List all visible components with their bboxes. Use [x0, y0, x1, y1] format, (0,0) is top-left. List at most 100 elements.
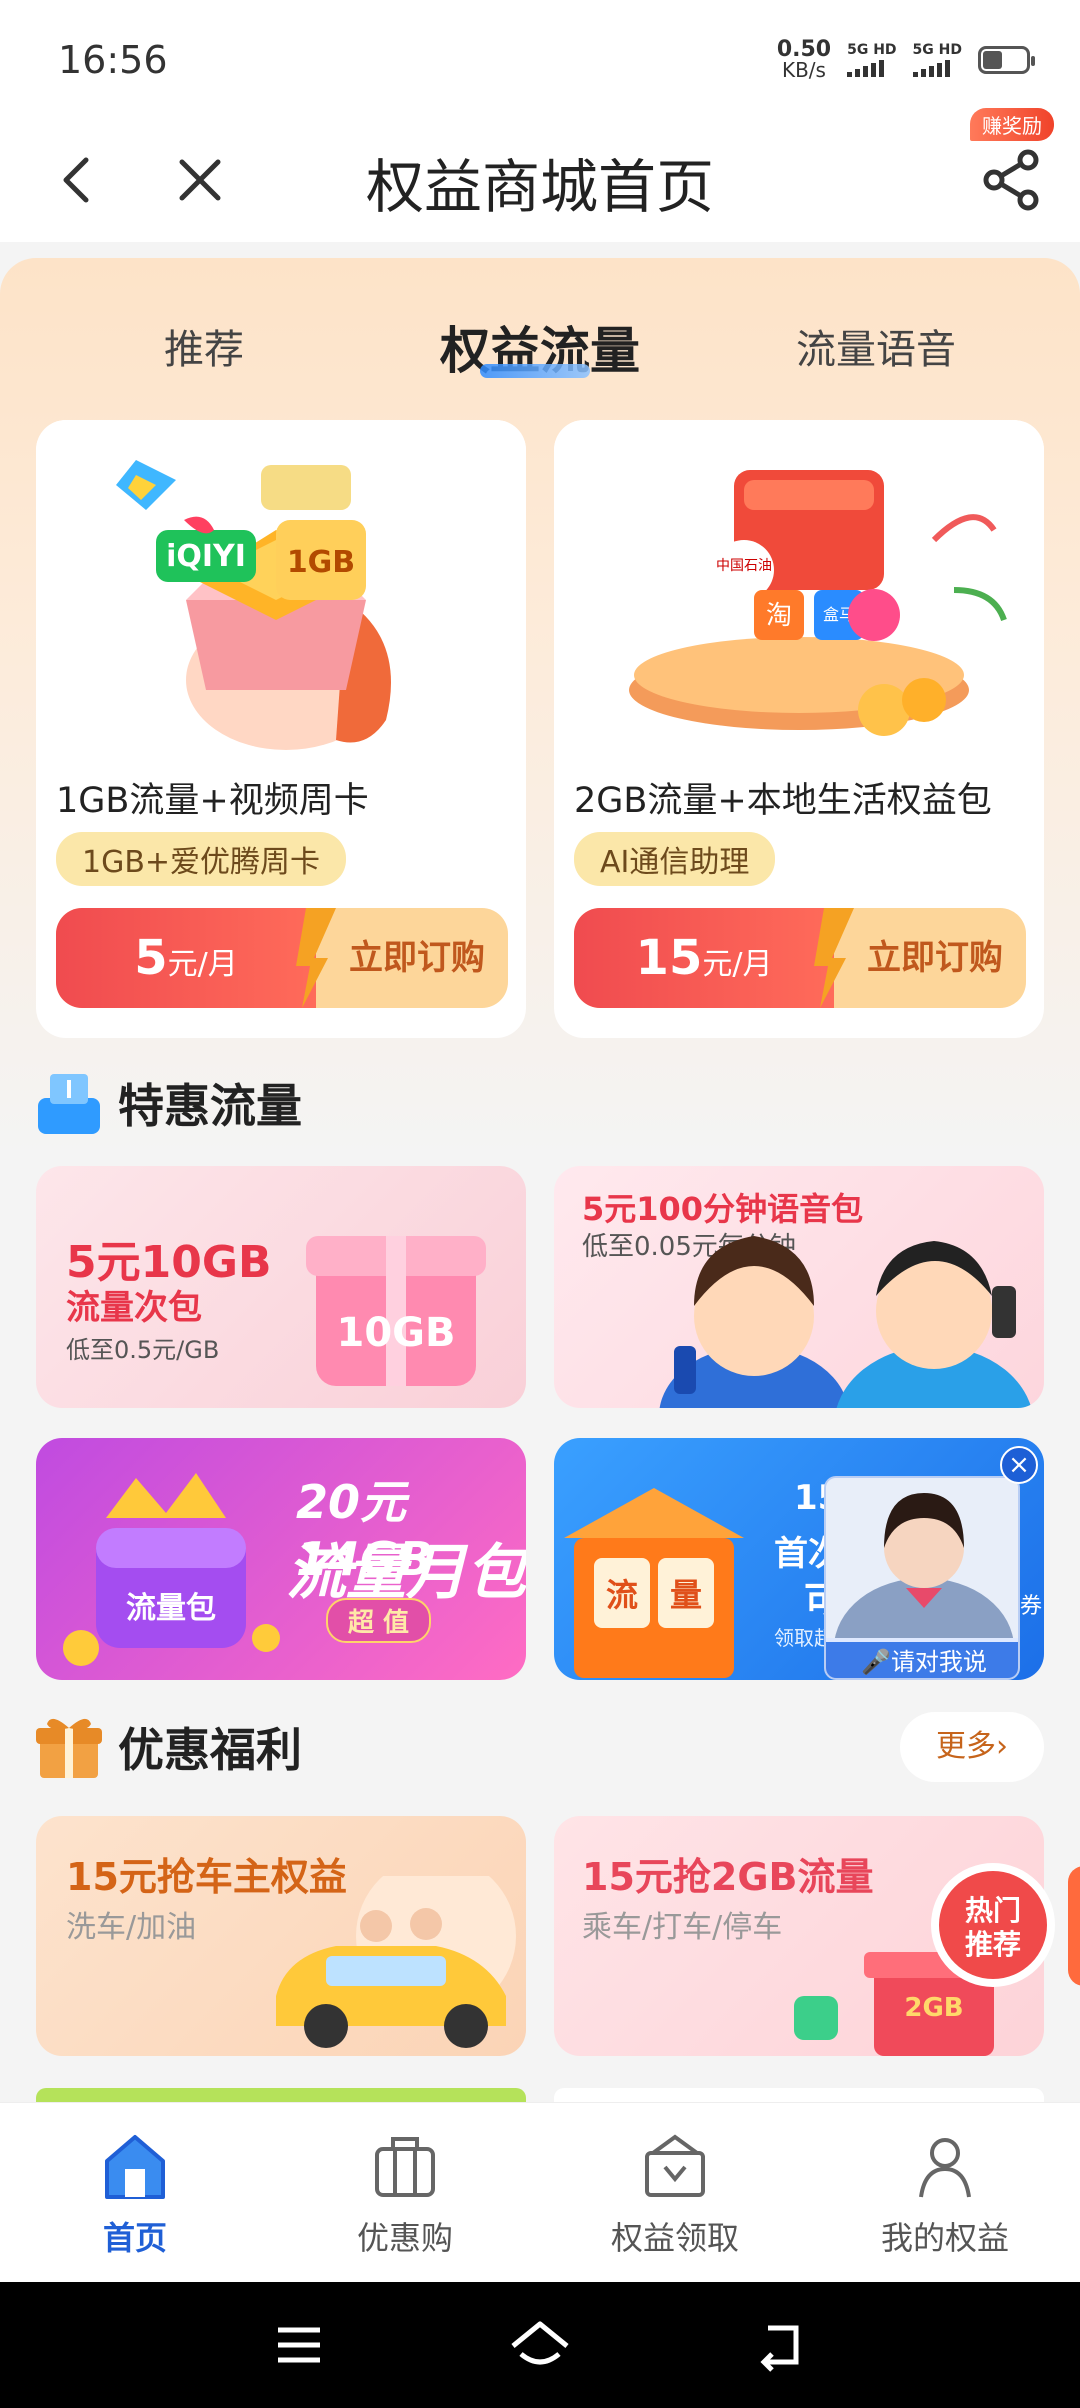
product-image-life: 中国石油 淘 盒马 [554, 420, 1044, 770]
price: 5元/月 [56, 908, 316, 1008]
bottom-nav-deals[interactable]: 优惠购 [270, 2125, 540, 2259]
promo-card-20gb[interactable]: 流量包 20元14GB 流量月包 超 值 [36, 1438, 526, 1680]
tab-traffic-voice[interactable]: 流量语音 [726, 317, 1026, 375]
share-icon[interactable] [980, 148, 1044, 212]
close-assistant-icon[interactable]: × [1000, 1446, 1038, 1484]
status-time: 16:56 [58, 38, 168, 82]
product-title: 2GB流量+本地生活权益包 [574, 781, 992, 821]
traffic-box-icon: 流量包 [63, 1473, 280, 1666]
product-card-life[interactable]: 中国石油 淘 盒马 2GB流量+本地生活权益包 AI通信助理 15元/月 立即订… [554, 420, 1044, 1038]
more-label: 更多 [936, 1729, 996, 1764]
main-content[interactable]: 推荐 权益流量 流量语音 iQIYI 1GB 1GB流量+视频周卡 1GB+爱优… [0, 242, 1080, 2102]
promo-note: 低至0.5元/GB [66, 1336, 220, 1364]
welfare-subtitle: 乘车/打车/停车 [582, 1910, 783, 1945]
welfare-subtitle: 洗车/加油 [66, 1910, 197, 1945]
microphone-icon: 🎤 [861, 1648, 891, 1676]
svg-text:流: 流 [606, 1576, 638, 1614]
network-speed-value: 0.50 [776, 37, 832, 62]
section-title-discount: 特惠流量 [118, 1079, 302, 1133]
section-title-welfare: 优惠福利 [118, 1723, 302, 1777]
nav-bar: 权益商城首页 [0, 120, 1080, 242]
svg-text:中国石油: 中国石油 [716, 558, 772, 574]
bottom-nav: 首页 优惠购 权益领取 我的权益 [0, 2102, 1080, 2282]
product-image-video: iQIYI 1GB [36, 420, 526, 770]
back-system-icon[interactable] [746, 2310, 816, 2380]
chevron-right-icon: › [996, 1729, 1008, 1764]
price-unit: 元/月 [702, 947, 773, 982]
side-floating-tab[interactable] [1068, 1866, 1080, 1986]
tab-recommend[interactable]: 推荐 [54, 317, 354, 375]
sim1-signal-icon: 5G HD [847, 42, 897, 77]
more-button[interactable]: 更多› [900, 1712, 1044, 1782]
home-icon [105, 2135, 165, 2199]
network-speed: 0.50 KB/s [776, 37, 832, 82]
car-illustration [276, 1876, 516, 2048]
battery-icon [978, 46, 1035, 74]
buy-action-label: 立即订购 [349, 938, 485, 978]
promo-side-text: 券 [1020, 1594, 1043, 1619]
svg-text:量: 量 [670, 1576, 702, 1614]
bottom-nav-label: 我的权益 [880, 2219, 1009, 2257]
product-card-video[interactable]: iQIYI 1GB 1GB流量+视频周卡 1GB+爱优腾周卡 5元/月 立即订购 [36, 420, 526, 1038]
price-number: 15 [635, 930, 703, 986]
ai-assistant-widget[interactable]: 🎤请对我说 [824, 1476, 1020, 1680]
voice-label: 请对我说 [890, 1648, 987, 1676]
product-tag: 1GB+爱优腾周卡 [56, 832, 347, 886]
status-bar: 16:56 0.50 KB/s 5G HD 5G HD [0, 0, 1080, 120]
svg-text:10GB: 10GB [337, 1310, 456, 1356]
briefcase-icon [375, 2137, 435, 2197]
welfare-card-car-owner[interactable]: 15元抢车主权益 洗车/加油 [36, 1816, 526, 2056]
page-title: 权益商城首页 [365, 153, 714, 221]
user-icon [919, 2138, 971, 2198]
reward-badge[interactable]: 赚奖励 [970, 108, 1054, 141]
svg-text:淘: 淘 [766, 601, 792, 631]
product-tag: AI通信助理 [574, 832, 776, 886]
claim-box-icon [645, 2134, 705, 2197]
sim1-label: 5G HD [847, 42, 897, 58]
system-nav-bar [0, 2282, 1080, 2408]
buy-button[interactable]: 15元/月 立即订购 [574, 908, 1026, 1008]
sim2-label: 5G HD [912, 42, 962, 58]
buy-action-label: 立即订购 [867, 938, 1003, 978]
active-tab-indicator [480, 364, 590, 378]
bottom-nav-mine[interactable]: 我的权益 [810, 2125, 1080, 2259]
bottom-nav-label: 权益领取 [610, 2219, 739, 2257]
home-system-icon[interactable] [505, 2310, 575, 2380]
buy-button[interactable]: 5元/月 立即订购 [56, 908, 508, 1008]
menu-icon[interactable] [264, 2310, 334, 2380]
voice-button[interactable]: 🎤请对我说 [826, 1642, 1018, 1678]
svg-text:推荐: 推荐 [965, 1928, 1021, 1961]
welfare-title: 15元抢2GB流量 [582, 1855, 874, 1899]
svg-text:2GB: 2GB [904, 1993, 963, 2023]
promo-card-first-order[interactable]: 流 量 15 首次 可 领取超 券 🎤请对我说 × [554, 1438, 1044, 1680]
gift-box-icon: 流 量 [564, 1488, 744, 1678]
sim2-signal-icon: 5G HD [912, 42, 962, 77]
next-card-peek [554, 2088, 1044, 2102]
traffic-tray-icon [38, 1074, 100, 1134]
price: 15元/月 [574, 908, 834, 1008]
status-indicators: 0.50 KB/s 5G HD 5G HD [776, 37, 1035, 82]
promo-title: 5元100分钟语音包 [582, 1190, 864, 1228]
gift-icon [36, 1718, 102, 1778]
bottom-nav-label: 首页 [102, 2219, 167, 2257]
iqiyi-logo: iQIYI [166, 539, 246, 574]
gb-label: 1GB [287, 545, 355, 580]
hot-recommend-floating-button[interactable]: 热门 推荐 [928, 1860, 1058, 1990]
product-title: 1GB流量+视频周卡 [56, 781, 369, 821]
next-card-peek [36, 2088, 526, 2102]
people-calling-illustration [659, 1236, 1032, 1408]
promo-card-voice[interactable]: 5元100分钟语音包 低至0.05元每分钟 [554, 1166, 1044, 1408]
bottom-nav-claim[interactable]: 权益领取 [540, 2125, 810, 2259]
promo-card-10gb[interactable]: 5元10GB 流量次包 低至0.5元/GB 10GB [36, 1166, 526, 1408]
svg-text:流量包: 流量包 [126, 1591, 216, 1626]
network-speed-unit: KB/s [781, 58, 826, 82]
assistant-avatar [826, 1478, 1018, 1678]
price-unit: 元/月 [167, 947, 238, 982]
bottom-nav-home[interactable]: 首页 [0, 2125, 270, 2259]
bottom-nav-label: 优惠购 [356, 2219, 453, 2257]
gift-box-icon: 10GB [306, 1236, 486, 1386]
svg-text:热门: 热门 [965, 1894, 1021, 1927]
promo-subtitle: 流量次包 [66, 1288, 202, 1328]
promo-badge: 超 值 [326, 1598, 432, 1643]
price-number: 5 [134, 930, 168, 986]
